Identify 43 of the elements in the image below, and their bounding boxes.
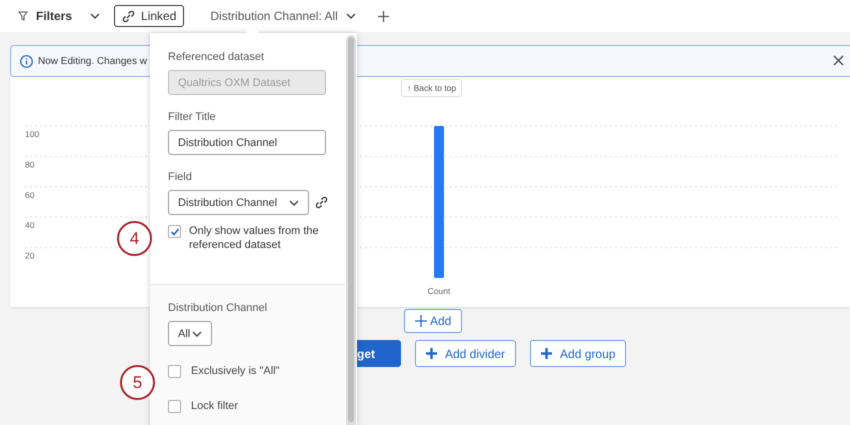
checkbox[interactable] xyxy=(168,365,181,378)
primary-button[interactable]: get xyxy=(356,340,401,367)
plus-icon xyxy=(415,315,427,327)
field-label: Field xyxy=(168,171,193,183)
step-callout: 5 xyxy=(120,365,155,400)
chevron-down-icon xyxy=(90,13,100,19)
back-to-top-button[interactable]: ↑ Back to top xyxy=(401,79,462,97)
axis-label: 100 xyxy=(25,128,40,139)
banner-text: Now Editing. Changes w xyxy=(38,56,147,66)
field-dropdown[interactable]: Distribution Channel xyxy=(168,190,309,215)
filters-label: Filters xyxy=(36,9,72,23)
title-field[interactable]: Distribution Channel xyxy=(168,130,326,155)
checkbox-label: Lock filter xyxy=(191,400,238,412)
link-icon xyxy=(122,10,136,22)
field-label: Referenced dataset xyxy=(168,51,266,63)
checkbox[interactable] xyxy=(168,400,181,413)
plus-icon xyxy=(426,348,437,359)
category-label: Count xyxy=(428,286,450,296)
link-icon xyxy=(315,196,328,209)
axis-label: 40 xyxy=(25,220,34,230)
add-button[interactable]: Add group xyxy=(530,340,626,367)
field-label: Distribution Channel xyxy=(168,302,268,314)
chevron-down-icon xyxy=(346,13,356,19)
chevron-down-icon xyxy=(192,330,202,336)
plus-icon[interactable] xyxy=(378,10,389,22)
checkbox-label: Exclusively is "All" xyxy=(191,365,280,377)
axis-label: 80 xyxy=(25,159,34,170)
field-label: Filter Title xyxy=(168,111,217,123)
add-button[interactable]: Add xyxy=(404,309,462,333)
scrollbar[interactable] xyxy=(346,35,356,425)
value-dropdown[interactable]: All xyxy=(168,321,212,346)
checkbox[interactable] xyxy=(168,225,181,238)
axis-label: 20 xyxy=(25,250,34,261)
info-icon xyxy=(20,54,33,68)
linked-button[interactable]: Linked xyxy=(114,5,184,27)
filter-chip[interactable]: Distribution Channel: All xyxy=(210,9,338,23)
filter-icon xyxy=(18,11,28,21)
plus-icon xyxy=(541,348,552,359)
add-button[interactable]: Add divider xyxy=(415,340,516,367)
checkbox-label: Only show values from the referenced dataset xyxy=(189,224,320,252)
chevron-down-icon xyxy=(289,200,299,206)
axis-label: 60 xyxy=(25,190,34,200)
close-icon[interactable] xyxy=(833,55,844,66)
